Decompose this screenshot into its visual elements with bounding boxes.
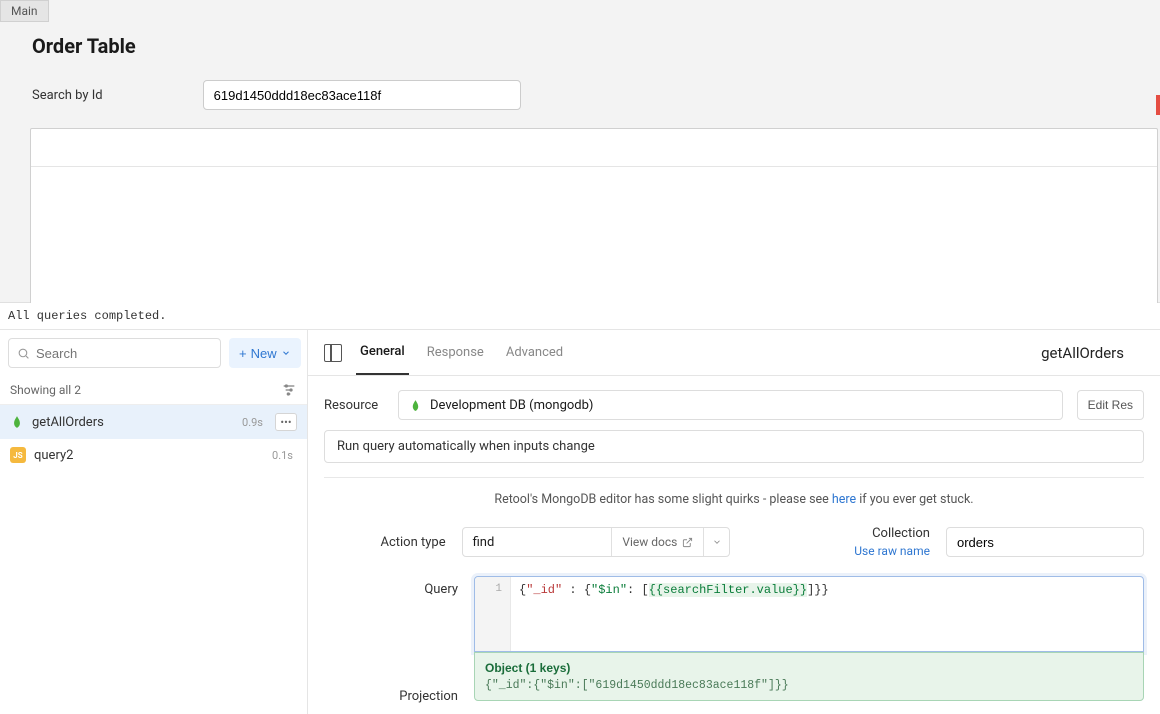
query-list-panel: + New Showing all 2 getAllOrders 0.9s ••…	[0, 330, 308, 714]
order-table[interactable]	[30, 128, 1158, 306]
query-code[interactable]: {"_id" : {"$in": [{{searchFilter.value}}…	[511, 577, 837, 651]
auto-run-select[interactable]: Run query automatically when inputs chan…	[324, 430, 1144, 463]
query-item-query2[interactable]: JS query2 0.1s	[0, 439, 307, 471]
filter-icon[interactable]	[281, 382, 297, 398]
new-label: New	[251, 346, 277, 361]
tab-response[interactable]: Response	[423, 331, 488, 374]
quirks-note: Retool's MongoDB editor has some slight …	[308, 478, 1160, 517]
search-icon	[17, 347, 30, 360]
query-name: getAllOrders	[32, 415, 234, 430]
panel-toggle-icon[interactable]	[324, 344, 342, 362]
showing-count: Showing all 2	[10, 383, 81, 397]
new-query-button[interactable]: + New	[229, 338, 301, 368]
use-raw-name-link[interactable]: Use raw name	[808, 543, 930, 560]
collection-label: Collection	[872, 526, 930, 541]
js-icon: JS	[10, 447, 26, 463]
mongo-leaf-icon	[409, 399, 422, 412]
query-item-getAllOrders[interactable]: getAllOrders 0.9s •••	[0, 405, 307, 439]
action-type-value: find	[463, 535, 612, 550]
error-indicator	[1156, 95, 1160, 115]
action-type-select[interactable]: find View docs	[462, 527, 731, 557]
query-search-box[interactable]	[8, 338, 221, 368]
chevron-down-icon[interactable]	[703, 528, 729, 556]
query-title: getAllOrders	[1041, 344, 1144, 362]
tab-advanced[interactable]: Advanced	[502, 331, 567, 374]
resource-label: Resource	[324, 398, 384, 413]
table-header	[31, 129, 1157, 167]
query-code-editor[interactable]: 1 {"_id" : {"$in": [{{searchFilter.value…	[474, 576, 1144, 652]
query-editor-panel: General Response Advanced getAllOrders R…	[308, 330, 1160, 714]
projection-label: Projection	[324, 683, 464, 704]
canvas-area: Order Table Search by Id	[0, 0, 1160, 303]
collection-input[interactable]	[946, 527, 1144, 557]
query-search-input[interactable]	[36, 346, 212, 361]
plus-icon: +	[239, 346, 247, 361]
query-label: Query	[324, 576, 464, 597]
external-link-icon	[682, 537, 693, 548]
edit-resource-button[interactable]: Edit Res	[1077, 390, 1144, 420]
tab-general[interactable]: General	[356, 330, 409, 375]
query-name: query2	[34, 448, 264, 463]
query-more-button[interactable]: •••	[275, 413, 297, 431]
resource-select[interactable]: Development DB (mongodb)	[398, 390, 1063, 420]
query-time: 0.1s	[272, 449, 293, 462]
chevron-down-icon	[281, 348, 291, 358]
line-number: 1	[475, 577, 511, 651]
search-input[interactable]	[203, 80, 521, 110]
mongo-leaf-icon	[10, 415, 24, 429]
action-type-label: Action type	[324, 535, 452, 550]
main-tab[interactable]: Main	[0, 0, 49, 22]
query-time: 0.9s	[242, 416, 263, 429]
quirks-link[interactable]: here	[832, 492, 856, 507]
resource-value: Development DB (mongodb)	[430, 398, 593, 413]
status-bar: All queries completed.	[0, 303, 1160, 330]
page-title: Order Table	[32, 34, 1128, 58]
view-docs-link[interactable]: View docs	[611, 528, 703, 556]
search-label: Search by Id	[32, 88, 103, 103]
